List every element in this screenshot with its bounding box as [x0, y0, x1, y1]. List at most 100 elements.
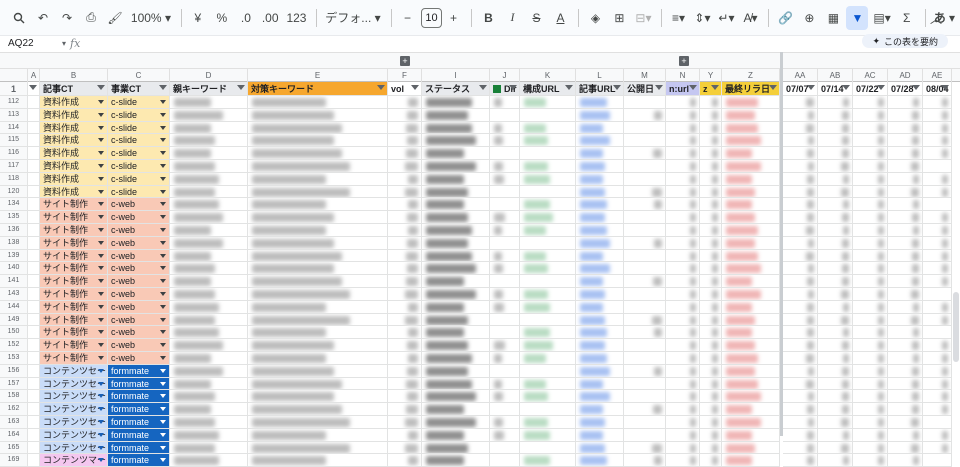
header-cell-ac[interactable]: 07/22	[853, 82, 888, 96]
redacted-cell-i[interactable]	[422, 211, 490, 224]
redacted-cell-ad[interactable]	[888, 275, 923, 288]
redacted-cell-ae[interactable]	[923, 275, 952, 288]
font-size-input[interactable]: 10	[420, 7, 443, 28]
redacted-cell-f[interactable]	[388, 441, 422, 455]
redacted-cell-e[interactable]	[248, 352, 388, 365]
name-box[interactable]: AQ22	[0, 38, 62, 49]
cell-a[interactable]	[28, 441, 40, 455]
redacted-cell-ab[interactable]	[818, 198, 853, 212]
redacted-cell-ab[interactable]	[818, 249, 853, 263]
header-cell-z[interactable]: 最終リラ日	[722, 82, 780, 96]
redacted-cell-ae[interactable]	[923, 313, 952, 327]
cell-a[interactable]	[28, 403, 40, 416]
redacted-cell-i[interactable]	[422, 441, 490, 455]
category-cell[interactable]: サイト制作	[40, 236, 108, 250]
scrollbar-thumb[interactable]	[953, 292, 959, 362]
redacted-cell-n[interactable]	[666, 147, 700, 160]
redacted-cell-ae[interactable]	[923, 96, 952, 109]
column-letter-i[interactable]: I	[422, 69, 490, 82]
redacted-cell-ad[interactable]	[888, 428, 923, 442]
redacted-cell-ac[interactable]	[853, 352, 888, 365]
business-cell[interactable]: c-slide	[108, 185, 170, 199]
redacted-cell-d[interactable]	[170, 326, 248, 340]
dropdown-chevron-icon[interactable]	[160, 420, 166, 424]
redacted-cell-i[interactable]	[422, 416, 490, 429]
frozen-column-divider[interactable]	[780, 52, 783, 436]
redacted-cell-ae[interactable]	[923, 198, 952, 212]
percent-format-button[interactable]: %	[211, 6, 233, 30]
redacted-cell-l[interactable]	[576, 185, 624, 199]
cell-a[interactable]	[28, 96, 40, 109]
redacted-cell-ab[interactable]	[818, 160, 853, 173]
redacted-cell-k[interactable]	[520, 224, 576, 237]
redacted-cell-ae[interactable]	[923, 326, 952, 340]
expand-group-icon[interactable]: +	[400, 56, 410, 66]
filter-dropdown-icon[interactable]	[655, 85, 663, 92]
redacted-cell-ae[interactable]	[923, 134, 952, 148]
redacted-cell-ad[interactable]	[888, 441, 923, 455]
row-number[interactable]: 153	[0, 352, 28, 365]
redacted-cell-j[interactable]	[490, 121, 520, 135]
dropdown-chevron-icon[interactable]	[98, 420, 104, 424]
redacted-cell-j[interactable]	[490, 211, 520, 224]
dropdown-chevron-icon[interactable]	[98, 125, 104, 130]
redacted-cell-aa[interactable]	[783, 198, 818, 212]
redacted-cell-f[interactable]	[388, 390, 422, 404]
redacted-cell-ac[interactable]	[853, 326, 888, 340]
redacted-cell-n[interactable]	[666, 134, 700, 148]
redacted-cell-ac[interactable]	[853, 249, 888, 263]
dropdown-chevron-icon[interactable]	[98, 368, 104, 373]
dropdown-chevron-icon[interactable]	[160, 176, 166, 181]
redacted-cell-k[interactable]	[520, 108, 576, 122]
column-letter-ab[interactable]: AB	[818, 69, 853, 82]
redacted-cell-ac[interactable]	[853, 236, 888, 250]
redacted-cell-aa[interactable]	[783, 364, 818, 378]
redacted-cell-f[interactable]	[388, 96, 422, 109]
filter-icon[interactable]: ▼	[846, 5, 869, 30]
redacted-cell-aa[interactable]	[783, 185, 818, 199]
row-number[interactable]: 156	[0, 364, 28, 378]
redacted-cell-z[interactable]	[722, 262, 780, 276]
redacted-cell-j[interactable]	[490, 236, 520, 250]
filter-dropdown-icon[interactable]	[97, 85, 105, 92]
redacted-cell-ae[interactable]	[923, 441, 952, 455]
expand-group-icon[interactable]: +	[679, 56, 689, 66]
cell-a[interactable]	[28, 416, 40, 429]
redacted-cell-ab[interactable]	[818, 313, 853, 327]
redacted-cell-ac[interactable]	[853, 198, 888, 212]
redacted-cell-z[interactable]	[722, 160, 780, 173]
redacted-cell-f[interactable]	[388, 108, 422, 122]
redacted-cell-j[interactable]	[490, 262, 520, 276]
redacted-cell-z[interactable]	[722, 352, 780, 365]
column-letter-ae[interactable]: AE	[923, 69, 952, 82]
redacted-cell-m[interactable]	[624, 416, 666, 429]
functions-button[interactable]: Σ	[896, 6, 918, 30]
active-filter-icon[interactable]	[493, 85, 501, 93]
redacted-cell-d[interactable]	[170, 185, 248, 199]
header-cell-f[interactable]: vol	[388, 82, 422, 96]
category-cell[interactable]: コンテンツマー	[40, 454, 108, 467]
chevron-up-icon[interactable]: ︿	[926, 8, 946, 28]
business-cell[interactable]: c-web	[108, 300, 170, 314]
redacted-cell-f[interactable]	[388, 224, 422, 237]
redacted-cell-d[interactable]	[170, 160, 248, 173]
dropdown-chevron-icon[interactable]	[160, 432, 166, 437]
redacted-cell-ab[interactable]	[818, 416, 853, 429]
filter-dropdown-icon[interactable]	[613, 85, 621, 92]
redacted-cell-ac[interactable]	[853, 160, 888, 173]
redacted-cell-ab[interactable]	[818, 185, 853, 199]
redacted-cell-aa[interactable]	[783, 236, 818, 250]
print-icon[interactable]: ⎙	[80, 6, 102, 30]
redacted-cell-f[interactable]	[388, 403, 422, 416]
column-letter-a[interactable]: A	[28, 69, 40, 82]
redacted-cell-k[interactable]	[520, 147, 576, 160]
redacted-cell-j[interactable]	[490, 377, 520, 391]
redacted-cell-ad[interactable]	[888, 300, 923, 314]
redacted-cell-aa[interactable]	[783, 441, 818, 455]
row-number[interactable]: 169	[0, 454, 28, 467]
redacted-cell-z[interactable]	[722, 249, 780, 263]
redacted-cell-aa[interactable]	[783, 377, 818, 391]
redacted-cell-y[interactable]	[700, 262, 722, 276]
business-cell[interactable]: c-slide	[108, 121, 170, 135]
redacted-cell-ad[interactable]	[888, 249, 923, 263]
